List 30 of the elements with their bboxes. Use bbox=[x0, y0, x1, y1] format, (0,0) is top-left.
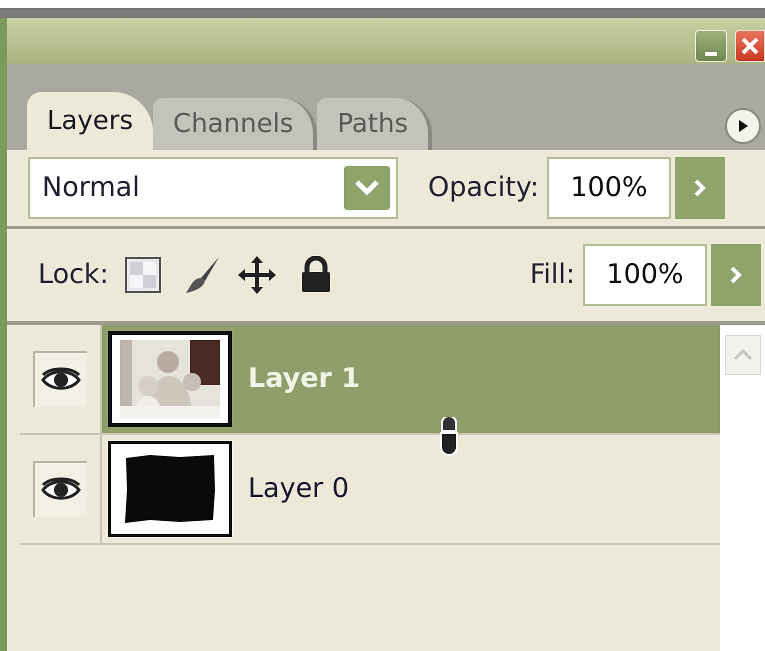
layer-row[interactable]: Layer 0 bbox=[20, 435, 720, 545]
fill-slider-button[interactable] bbox=[711, 244, 761, 306]
layer-name: Layer 0 bbox=[248, 472, 350, 506]
move-icon[interactable] bbox=[236, 254, 277, 296]
checkerboard-icon bbox=[130, 262, 156, 288]
blend-mode-dropdown[interactable]: Normal bbox=[28, 157, 398, 219]
close-button[interactable] bbox=[735, 30, 765, 62]
cursor-icon bbox=[438, 417, 460, 457]
fill-label: Fill: bbox=[530, 258, 575, 292]
chevron-right-icon bbox=[730, 266, 742, 284]
minimize-button[interactable] bbox=[695, 30, 727, 62]
chevron-up-icon bbox=[732, 349, 752, 361]
opacity-slider-button[interactable] bbox=[674, 157, 725, 219]
lock-transparency-button[interactable] bbox=[124, 257, 161, 293]
lock-label: Lock: bbox=[38, 258, 109, 292]
blend-mode-value: Normal bbox=[42, 170, 140, 205]
chevron-right-icon bbox=[694, 179, 706, 197]
visibility-toggle[interactable] bbox=[33, 461, 87, 517]
panel-tab[interactable]: Channels bbox=[153, 98, 318, 150]
scrollbar[interactable] bbox=[720, 325, 765, 651]
fill-field[interactable]: 100% bbox=[583, 244, 707, 306]
panel-menu-button[interactable] bbox=[725, 108, 761, 144]
panel-tab[interactable]: Paths bbox=[317, 98, 432, 150]
play-icon bbox=[737, 119, 749, 133]
close-icon bbox=[741, 37, 759, 55]
opacity-field[interactable]: 100% bbox=[546, 157, 671, 219]
opacity-label: Opacity: bbox=[428, 170, 539, 205]
panel-tab[interactable]: Layers bbox=[27, 92, 154, 150]
layer-name: Layer 1 bbox=[248, 362, 360, 396]
visibility-toggle[interactable] bbox=[33, 351, 87, 407]
